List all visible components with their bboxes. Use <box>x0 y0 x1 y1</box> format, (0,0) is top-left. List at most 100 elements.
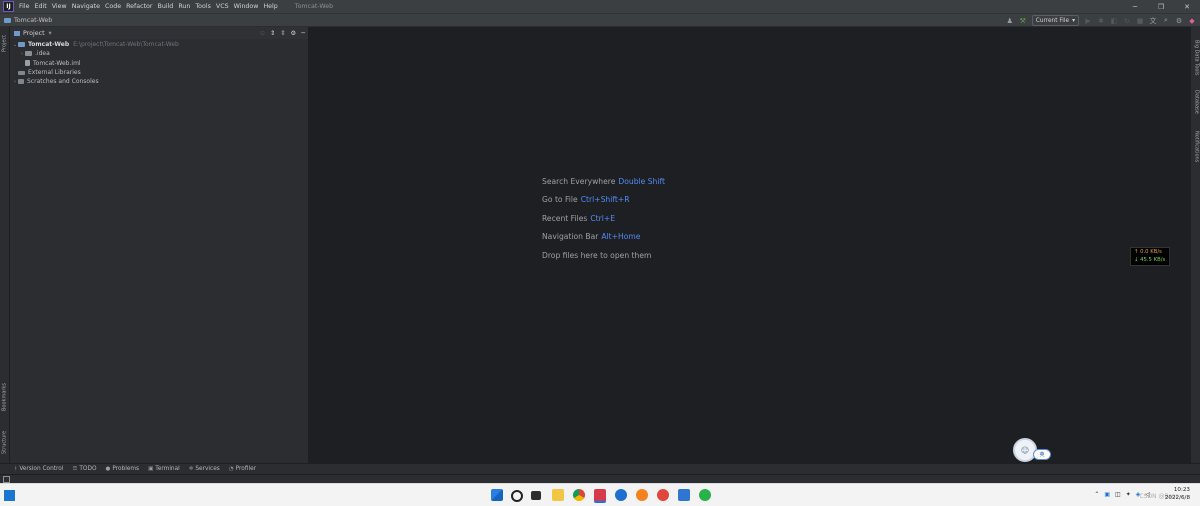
project-panel-header: Project ▾ ⊙ ⇕ ⇳ ⚙ ─ <box>10 27 308 39</box>
app-icon-red[interactable] <box>657 489 669 501</box>
shortcut-key: Ctrl+Shift+R <box>580 195 630 205</box>
editor-empty-hints: Search Everywhere Double Shift Go to File… <box>542 173 665 265</box>
tree-item-external-libraries[interactable]: External Libraries <box>10 68 308 77</box>
search-icon[interactable] <box>511 490 523 502</box>
input-language-badge[interactable]: 英 <box>1033 449 1051 460</box>
collapse-all-icon[interactable]: ⇳ <box>280 30 285 37</box>
folder-icon <box>25 51 32 57</box>
clock-time: 10:23 <box>1173 487 1190 493</box>
menu-file[interactable]: File <box>19 3 30 10</box>
problems-icon: ● <box>105 466 111 472</box>
jetbrains-logo-icon[interactable]: ◆ <box>1188 17 1196 25</box>
tree-item-project-root[interactable]: ⌄ Tomcat-Web E:\project\Tomcat-Web\Tomca… <box>10 40 308 49</box>
close-icon[interactable]: ✕ <box>1174 0 1200 13</box>
chevron-down-icon[interactable]: ▾ <box>49 30 52 37</box>
shortcut-key: Alt+Home <box>601 232 641 242</box>
mail-icon[interactable] <box>678 489 690 501</box>
settings-gear-icon[interactable]: ⚙ <box>1175 17 1183 25</box>
restore-icon[interactable]: ❐ <box>1148 0 1174 13</box>
clock[interactable]: 10:23 2022/6/8 <box>1165 487 1190 502</box>
libraries-icon <box>18 70 25 75</box>
windows-taskbar: ⌃ ▣ ◫ ✦ ◈ ◁ CSDN @Rsor 10:23 2022/6/8 <box>0 483 1200 506</box>
menu-build[interactable]: Build <box>158 3 174 10</box>
profile-icon[interactable]: ↻ <box>1123 17 1131 25</box>
tree-item-iml-file[interactable]: Tomcat-Web.iml <box>10 59 308 68</box>
chevron-up-icon[interactable]: ⌃ <box>1094 491 1099 498</box>
menu-edit[interactable]: Edit <box>35 3 47 10</box>
terminal-icon: ▣ <box>148 466 154 472</box>
network-icon[interactable]: ◫ <box>1115 491 1121 498</box>
structure-tool-tab[interactable]: Structure <box>0 425 9 459</box>
translate-icon[interactable]: 文 <box>1149 17 1157 25</box>
menu-vcs[interactable]: VCS <box>216 3 229 10</box>
tray-app-icon[interactable]: ▣ <box>1104 491 1110 498</box>
firefox-icon[interactable] <box>615 489 627 501</box>
folder-icon <box>4 17 11 23</box>
intellij-logo-icon[interactable]: IJ <box>3 1 14 12</box>
iml-file-icon <box>25 60 30 67</box>
project-tool-tab[interactable]: Project <box>0 31 9 55</box>
build-hammer-icon[interactable]: ⚒ <box>1019 17 1027 25</box>
start-windows-icon[interactable] <box>491 489 503 501</box>
tree-item-label: Tomcat-Web <box>28 41 70 49</box>
settings-gear-icon[interactable]: ⚙ <box>291 30 297 37</box>
stop-icon[interactable]: ■ <box>1136 17 1144 25</box>
project-view-icon <box>14 30 20 36</box>
wechat-icon[interactable] <box>699 489 711 501</box>
tree-item-idea[interactable]: › .idea <box>10 49 308 58</box>
network-speed-widget: ↑ 0.0 KB/s ↓ 45.5 KB/s <box>1130 247 1170 266</box>
big-data-tools-tab[interactable]: Big Data Tools <box>1192 33 1200 83</box>
edge-icon[interactable] <box>636 489 648 501</box>
minimize-icon[interactable]: ─ <box>1122 0 1148 13</box>
tab-problems[interactable]: ● Problems <box>106 466 140 472</box>
tab-profiler[interactable]: ◔ Profiler <box>229 466 256 472</box>
run-config-selector[interactable]: Current File ▾ <box>1031 15 1079 26</box>
run-config-label: Current File <box>1035 17 1070 24</box>
menu-help[interactable]: Help <box>263 3 277 10</box>
tray-app-icon[interactable]: ✦ <box>1126 491 1131 498</box>
toggle-tool-windows-icon[interactable] <box>3 476 10 483</box>
tree-item-scratches[interactable]: › Scratches and Consoles <box>10 77 308 86</box>
coverage-icon[interactable]: ◧ <box>1110 17 1118 25</box>
menu-refactor[interactable]: Refactor <box>126 3 152 10</box>
user-icon[interactable]: ♟ <box>1006 17 1014 25</box>
menu-navigate[interactable]: Navigate <box>72 3 100 10</box>
expand-all-icon[interactable]: ⇕ <box>270 30 275 37</box>
windows-widget-icon[interactable] <box>4 490 15 501</box>
task-view-icon[interactable] <box>531 491 541 500</box>
branch-icon: ᚼ <box>14 466 18 472</box>
menu-tools[interactable]: Tools <box>195 3 211 10</box>
upload-speed: ↑ 0.0 KB/s <box>1134 249 1162 255</box>
menu-run[interactable]: Run <box>178 3 190 10</box>
run-icon[interactable]: ▶ <box>1084 17 1092 25</box>
tab-services[interactable]: ✲ Services <box>189 466 220 472</box>
menu-window[interactable]: Window <box>234 3 259 10</box>
tab-todo[interactable]: ☰ TODO <box>72 466 96 472</box>
search-icon[interactable]: ⌕ <box>1162 16 1170 25</box>
window-title: Tomcat-Web <box>294 3 334 10</box>
hide-panel-icon[interactable]: ─ <box>301 30 305 37</box>
chrome-icon[interactable] <box>573 489 585 501</box>
debug-icon[interactable]: ✱ <box>1097 17 1105 25</box>
services-icon: ✲ <box>188 466 194 472</box>
project-view-selector[interactable]: Project <box>23 30 45 37</box>
intellij-icon[interactable] <box>594 489 606 503</box>
notifications-tool-tab[interactable]: Notifications <box>1192 125 1200 169</box>
locate-icon[interactable]: ⊙ <box>260 30 265 37</box>
breadcrumb[interactable]: Tomcat-Web <box>14 17 52 24</box>
tab-terminal[interactable]: ▣ Terminal <box>148 466 180 472</box>
hint-go-to-file: Go to File Ctrl+Shift+R <box>542 195 630 205</box>
profiler-icon: ◔ <box>228 466 234 472</box>
right-tool-strip: Big Data Tools Database Notifications <box>1190 27 1200 463</box>
bookmarks-tool-tab[interactable]: Bookmarks <box>0 379 9 415</box>
title-menu-bar: IJ File Edit View Navigate Code Refactor… <box>0 0 1200 13</box>
database-tool-tab[interactable]: Database <box>1192 85 1200 119</box>
hint-navigation-bar: Navigation Bar Alt+Home <box>542 232 641 242</box>
menu-code[interactable]: Code <box>105 3 121 10</box>
file-explorer-icon[interactable] <box>552 489 564 501</box>
shortcut-key: Ctrl+E <box>590 213 616 223</box>
editor-area[interactable]: Search Everywhere Double Shift Go to File… <box>309 27 1190 463</box>
tab-version-control[interactable]: ᚼ Version Control <box>14 466 63 472</box>
download-speed: ↓ 45.5 KB/s <box>1134 257 1166 263</box>
menu-view[interactable]: View <box>52 3 67 10</box>
